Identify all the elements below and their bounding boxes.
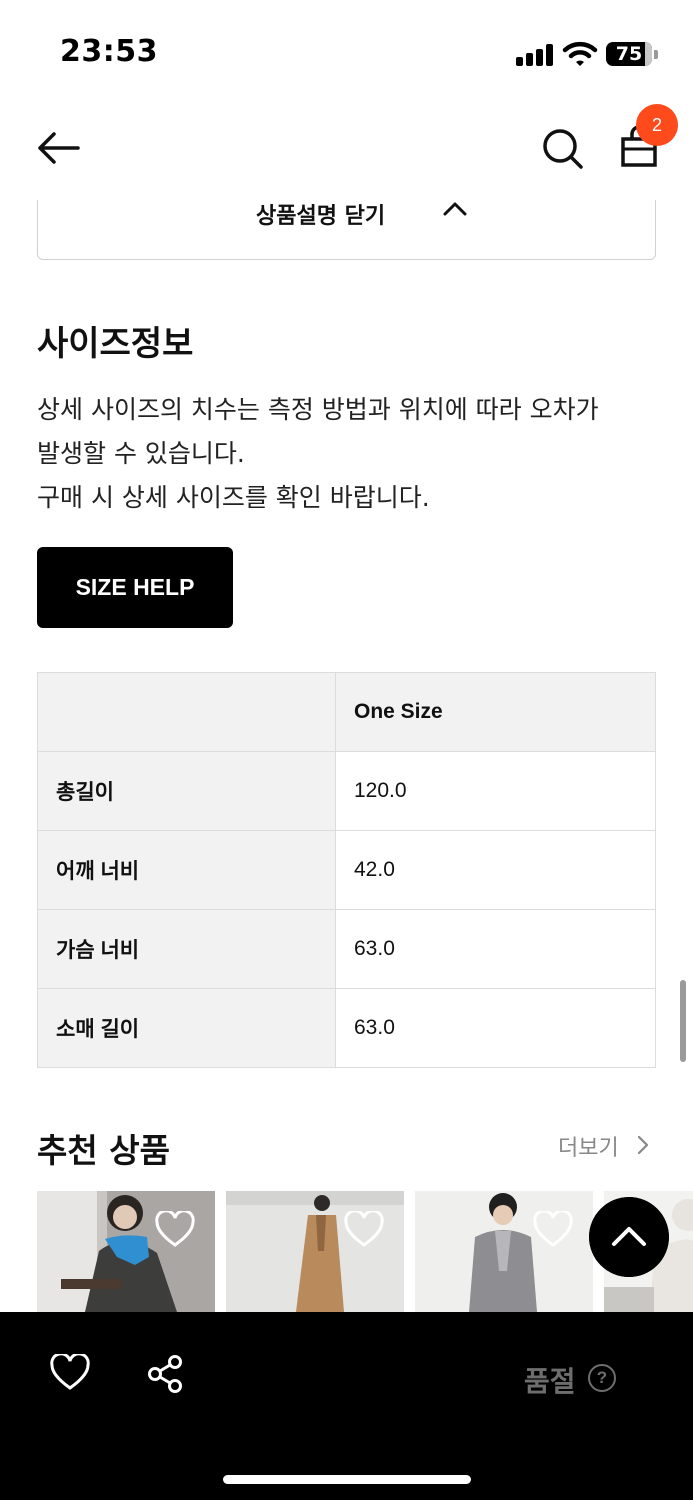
measurement-value: 42.0 (335, 830, 656, 910)
product-image (37, 1191, 215, 1312)
see-more-link[interactable]: 더보기 (558, 1130, 619, 1162)
product-card[interactable] (226, 1191, 404, 1312)
measurement-value: 63.0 (335, 909, 656, 989)
product-image (226, 1191, 404, 1312)
collapse-description-label: 상품설명 닫기 (256, 204, 386, 229)
measurement-label: 총길이 (37, 751, 336, 831)
chevron-up-icon (443, 202, 467, 216)
measurement-value: 63.0 (335, 988, 656, 1068)
table-row: 가슴 너비 63.0 (37, 909, 656, 989)
size-help-button[interactable]: SIZE HELP (37, 547, 233, 628)
table-row: 총길이 120.0 (37, 751, 656, 831)
size-info-description-line: 상세 사이즈의 치수는 측정 방법과 위치에 따라 오차가 (37, 395, 599, 424)
wishlist-heart-icon[interactable] (50, 1354, 90, 1392)
size-table: One Size 총길이 120.0 어깨 너비 42.0 가슴 너비 63.0… (37, 672, 656, 1068)
size-info-title: 사이즈정보 (37, 324, 194, 364)
battery-icon: 75 (606, 40, 658, 68)
scroll-to-top-button[interactable] (589, 1197, 669, 1277)
battery-level: 75 (615, 43, 643, 65)
size-table-header-blank (37, 672, 336, 752)
product-card[interactable] (415, 1191, 593, 1312)
size-info-description-line: 발생할 수 있습니다. (37, 439, 245, 468)
size-table-header-size: One Size (335, 672, 656, 752)
heart-icon[interactable] (344, 1211, 384, 1249)
table-row: 어깨 너비 42.0 (37, 830, 656, 910)
heart-icon[interactable] (155, 1211, 195, 1249)
measurement-label: 가슴 너비 (37, 909, 336, 989)
collapse-description-button[interactable]: 상품설명 닫기 (37, 200, 656, 260)
measurement-label: 소매 길이 (37, 988, 336, 1068)
status-time: 23:53 (60, 34, 158, 69)
cellular-signal-icon (516, 44, 554, 66)
table-row: 소매 길이 63.0 (37, 988, 656, 1068)
scrollbar[interactable] (680, 980, 686, 1062)
wifi-icon (562, 41, 598, 66)
status-bar: 23:53 75 (0, 0, 693, 100)
heart-icon[interactable] (533, 1211, 573, 1249)
recommended-title: 추천 상품 (37, 1131, 170, 1170)
chevron-right-icon[interactable] (636, 1134, 650, 1156)
back-arrow-icon[interactable] (34, 126, 84, 170)
product-card[interactable] (37, 1191, 215, 1312)
share-icon[interactable] (146, 1354, 184, 1394)
sold-out-label: 품절 (524, 1365, 576, 1398)
size-table-header-row: One Size (37, 672, 656, 752)
product-image (415, 1191, 593, 1312)
cart-count-badge: 2 (636, 104, 678, 146)
search-icon[interactable] (538, 124, 586, 172)
size-info-description: 상세 사이즈의 치수는 측정 방법과 위치에 따라 오차가 발생할 수 있습니다… (37, 388, 667, 520)
bottom-action-bar (0, 1312, 693, 1500)
help-icon[interactable]: ? (588, 1364, 616, 1392)
home-indicator[interactable] (223, 1475, 471, 1484)
measurement-label: 어깨 너비 (37, 830, 336, 910)
size-info-description-line: 구매 시 상세 사이즈를 확인 바랍니다. (37, 483, 430, 512)
measurement-value: 120.0 (335, 751, 656, 831)
